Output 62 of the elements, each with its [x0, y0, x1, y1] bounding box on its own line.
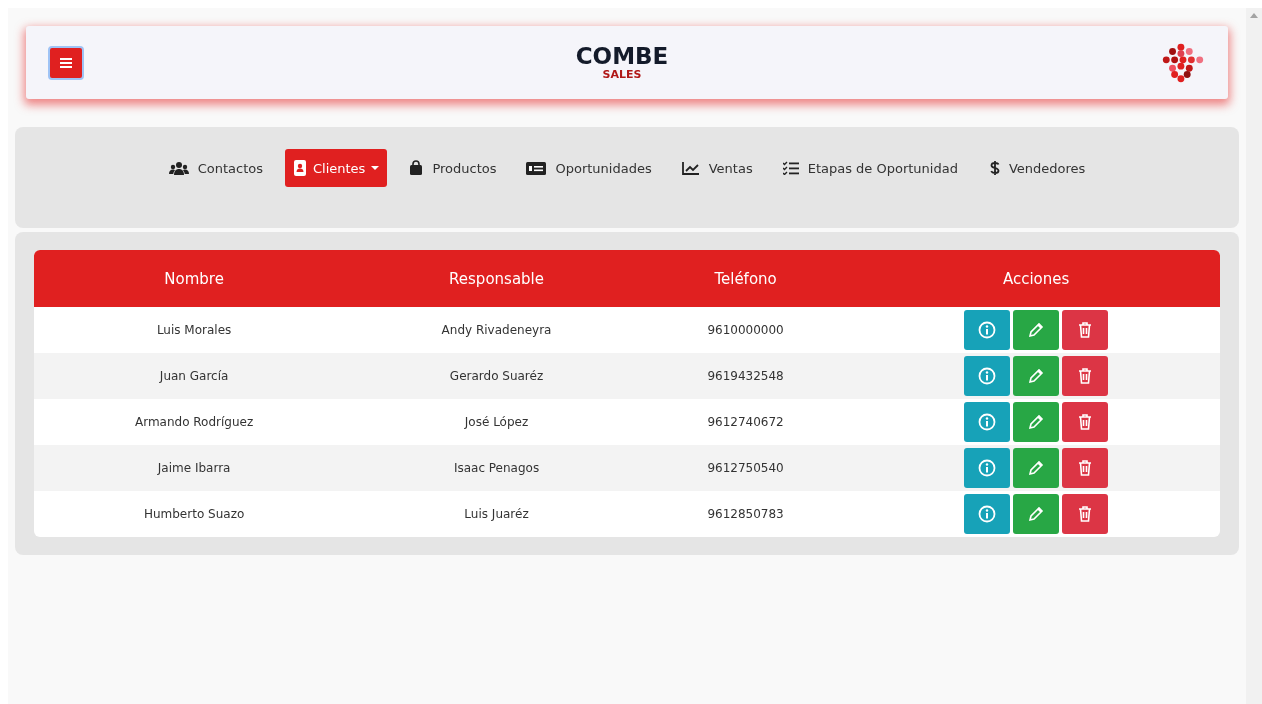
delete-button[interactable] — [1062, 356, 1109, 396]
pencil-icon — [1027, 413, 1046, 431]
scrollbar[interactable] — [1246, 8, 1262, 704]
nav-tab[interactable]: Ventas — [673, 149, 761, 187]
table-cell: Humberto Suazo — [34, 491, 355, 537]
pencil-icon — [1027, 321, 1046, 339]
column-header: Acciones — [852, 250, 1220, 307]
pencil-icon — [1027, 505, 1046, 523]
edit-button[interactable] — [1013, 494, 1060, 534]
delete-button[interactable] — [1062, 448, 1109, 488]
column-header: Teléfono — [638, 250, 853, 307]
checklist-icon — [782, 161, 799, 175]
table-cell: José López — [354, 399, 639, 445]
info-icon — [978, 321, 997, 339]
info-button[interactable] — [964, 448, 1011, 488]
brand-title: COMBE — [575, 44, 669, 68]
line-chart-icon — [681, 161, 700, 175]
pencil-icon — [1027, 459, 1046, 477]
nav-tab[interactable]: Etapas de Oportunidad — [774, 149, 966, 187]
info-icon — [978, 413, 997, 431]
table-cell: 9619432548 — [638, 353, 853, 399]
table-cell: Jaime Ibarra — [34, 445, 355, 491]
brand-subtitle: SALES — [602, 68, 642, 81]
edit-button[interactable] — [1013, 310, 1060, 350]
table-cell: Isaac Penagos — [354, 445, 639, 491]
table-cell: Juan García — [34, 353, 355, 399]
users-icon — [168, 161, 189, 175]
menu-icon — [60, 57, 72, 68]
info-icon — [978, 367, 997, 385]
edit-button[interactable] — [1013, 356, 1060, 396]
shopping-bag-icon — [409, 160, 424, 176]
table-cell: 9612740672 — [638, 399, 853, 445]
contact-card-icon — [293, 160, 307, 176]
info-button[interactable] — [964, 402, 1011, 442]
nav-tab[interactable]: Productos — [401, 149, 505, 187]
info-icon — [978, 505, 997, 523]
edit-button[interactable] — [1013, 402, 1060, 442]
nav-tab[interactable]: Contactos — [160, 149, 271, 187]
table-cell: Gerardo Suaréz — [354, 353, 639, 399]
table-cell: Armando Rodríguez — [34, 399, 355, 445]
menu-button[interactable] — [48, 45, 84, 80]
table-cell: 9610000000 — [638, 307, 853, 353]
money-bill-icon — [526, 161, 547, 175]
column-header: Responsable — [354, 250, 639, 307]
table-cell: Luis Juaréz — [354, 491, 639, 537]
column-header: Nombre — [34, 250, 355, 307]
info-icon — [978, 459, 997, 477]
delete-button[interactable] — [1062, 402, 1109, 442]
table-cell: 9612750540 — [638, 445, 853, 491]
delete-button[interactable] — [1062, 494, 1109, 534]
delete-button[interactable] — [1062, 310, 1109, 350]
pencil-icon — [1027, 367, 1046, 385]
info-button[interactable] — [964, 356, 1011, 396]
table-cell: 9612850783 — [638, 491, 853, 537]
nav-tab[interactable]: Clientes — [285, 149, 388, 187]
nav-tab[interactable]: Vendedores — [979, 149, 1094, 187]
table-cell: Luis Morales — [34, 307, 355, 353]
edit-button[interactable] — [1013, 448, 1060, 488]
nav-tab[interactable]: Oportunidades — [518, 149, 660, 187]
info-button[interactable] — [964, 494, 1011, 534]
info-button[interactable] — [964, 310, 1011, 350]
table-cell: Andy Rivadeneyra — [354, 307, 639, 353]
